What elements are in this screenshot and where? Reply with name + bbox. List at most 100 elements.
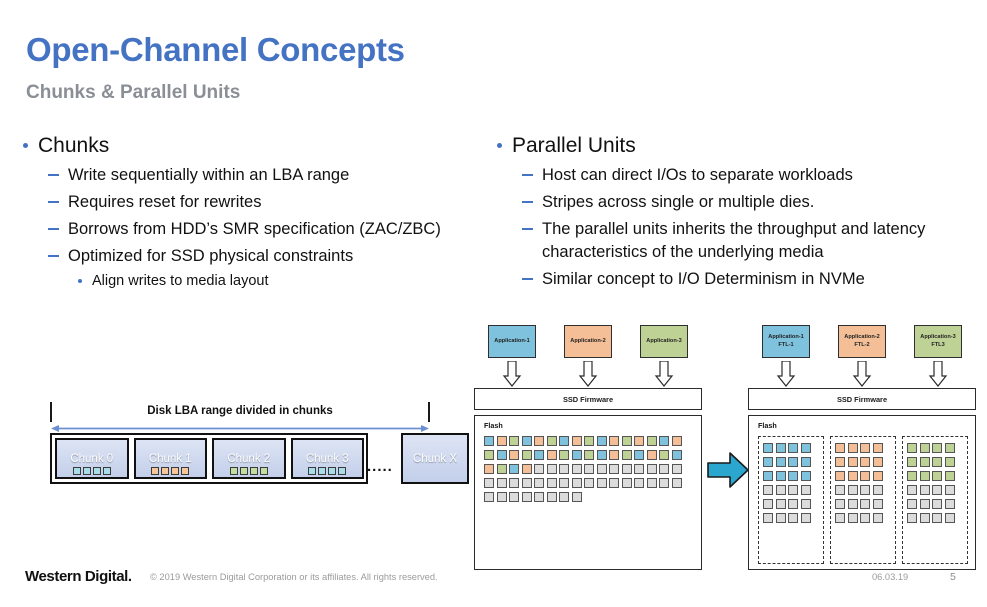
- flash-cell: [634, 436, 644, 446]
- chunk-block: [72, 467, 81, 475]
- chunk-block: [82, 467, 91, 475]
- transition-arrow-icon: [707, 452, 749, 488]
- bullet-item-label: Stripes across single or multiple dies.: [542, 193, 815, 211]
- flash-label: Flash: [758, 421, 777, 430]
- flash-cell: [944, 485, 955, 495]
- flash-cell: [571, 478, 582, 488]
- application-name: Application-1: [494, 337, 530, 344]
- chunk-block: [338, 467, 347, 475]
- flash-cell: [932, 457, 942, 467]
- flash-cell: [546, 492, 557, 502]
- flash-cell-grid: [835, 443, 891, 527]
- slide-page-number: 5: [950, 571, 956, 583]
- page-subtitle: Chunks & Parallel Units: [26, 82, 241, 103]
- flash-cell: [596, 478, 607, 488]
- flash-cell: [835, 457, 845, 467]
- flash-cell: [919, 485, 930, 495]
- application-name: Application-1: [768, 334, 804, 340]
- flash-cell: [800, 457, 811, 467]
- flash-cell: [860, 457, 870, 467]
- flash-cell: [775, 499, 786, 509]
- flash-cell: [496, 436, 507, 446]
- down-arrow-icon: [502, 361, 674, 387]
- bullet-heading-label: Chunks: [38, 134, 110, 157]
- chunk-label: Chunk 1: [148, 453, 192, 465]
- chunk-block: [239, 467, 248, 475]
- flash-cell: [521, 478, 532, 488]
- chunk-range-label: Disk LBA range divided in chunks: [147, 405, 333, 417]
- flash-cell: [646, 478, 657, 488]
- flash-cell: [484, 464, 494, 474]
- flash-cell: [775, 443, 786, 453]
- flash-cell: [847, 499, 858, 509]
- flash-cell: [621, 464, 632, 474]
- flash-cell: [584, 464, 594, 474]
- application-row: Application-1 FTL-1 Application-2 FTL-2 Appl…: [748, 325, 976, 361]
- flash-cell: [584, 478, 594, 488]
- flash-cell: [775, 471, 786, 481]
- flash-cell: [919, 513, 930, 523]
- application-box: Application-3: [640, 325, 688, 358]
- flash-cell: [835, 513, 845, 523]
- flash-cell: [509, 464, 519, 474]
- flash-cell: [872, 443, 883, 453]
- flash-cell: [596, 450, 607, 460]
- flash-cell: [484, 492, 494, 502]
- chunk-container: Chunk 0 Chunk 1 Chunk 2 Chunk 3: [50, 433, 368, 484]
- flash-cell: [800, 443, 811, 453]
- flash-cell: [847, 457, 858, 467]
- flash-cell: [671, 464, 682, 474]
- application-box: Application-1: [488, 325, 536, 358]
- flash-cell: [800, 499, 811, 509]
- flash-cell: [800, 485, 811, 495]
- flash-cell: [509, 450, 519, 460]
- flash-cell: [907, 499, 917, 509]
- application-box: Application-2: [564, 325, 612, 358]
- flash-cell: [835, 471, 845, 481]
- flash-cell: [763, 513, 773, 523]
- ftl-name: FTL-1: [778, 341, 794, 348]
- flash-cell: [534, 450, 544, 460]
- flash-cell-grid: [484, 436, 690, 506]
- flash-cell: [509, 436, 519, 446]
- flash-cell: [907, 443, 917, 453]
- flash-cell: [509, 478, 519, 488]
- flash-cell: [847, 513, 858, 523]
- flash-cell-grid: [907, 443, 963, 527]
- flash-cell: [484, 450, 494, 460]
- bullet-item: Similar concept to I/O Determinism in NV…: [494, 268, 964, 291]
- flash-cell: [860, 471, 870, 481]
- flash-cell: [800, 471, 811, 481]
- chunk-box: Chunk 3: [290, 438, 364, 479]
- flash-cell: [763, 471, 773, 481]
- bullet-dash-icon: [522, 278, 533, 280]
- flash-cell: [763, 485, 773, 495]
- ftl-name: FTL3: [931, 341, 945, 348]
- flash-cell: [847, 443, 858, 453]
- flash-cell: [763, 443, 773, 453]
- flash-cell: [534, 478, 544, 488]
- flash-cell: [546, 464, 557, 474]
- application-name: Application-2: [570, 337, 606, 344]
- page-title: Open-Channel Concepts: [26, 31, 405, 68]
- arrow-row: [474, 361, 702, 387]
- flash-cell: [944, 443, 955, 453]
- flash-cell: [609, 464, 619, 474]
- flash-cell: [496, 492, 507, 502]
- bullet-dash-icon: [48, 201, 59, 203]
- flash-cell: [496, 450, 507, 460]
- flash-cell: [944, 471, 955, 481]
- flash-cell: [919, 443, 930, 453]
- flash-cell: [671, 478, 682, 488]
- bullet-item: The parallel units inherits the throughp…: [494, 218, 964, 264]
- flash-cell: [860, 485, 870, 495]
- flash-cell: [521, 436, 532, 446]
- flash-cell: [534, 436, 544, 446]
- flash-box: Flash: [748, 415, 976, 570]
- flash-cell: [775, 485, 786, 495]
- flash-cell: [584, 450, 594, 460]
- flash-cell: [671, 450, 682, 460]
- bullet-dash-icon: [48, 174, 59, 176]
- chunk-block-squares: [308, 467, 347, 475]
- flash-label: Flash: [484, 421, 503, 430]
